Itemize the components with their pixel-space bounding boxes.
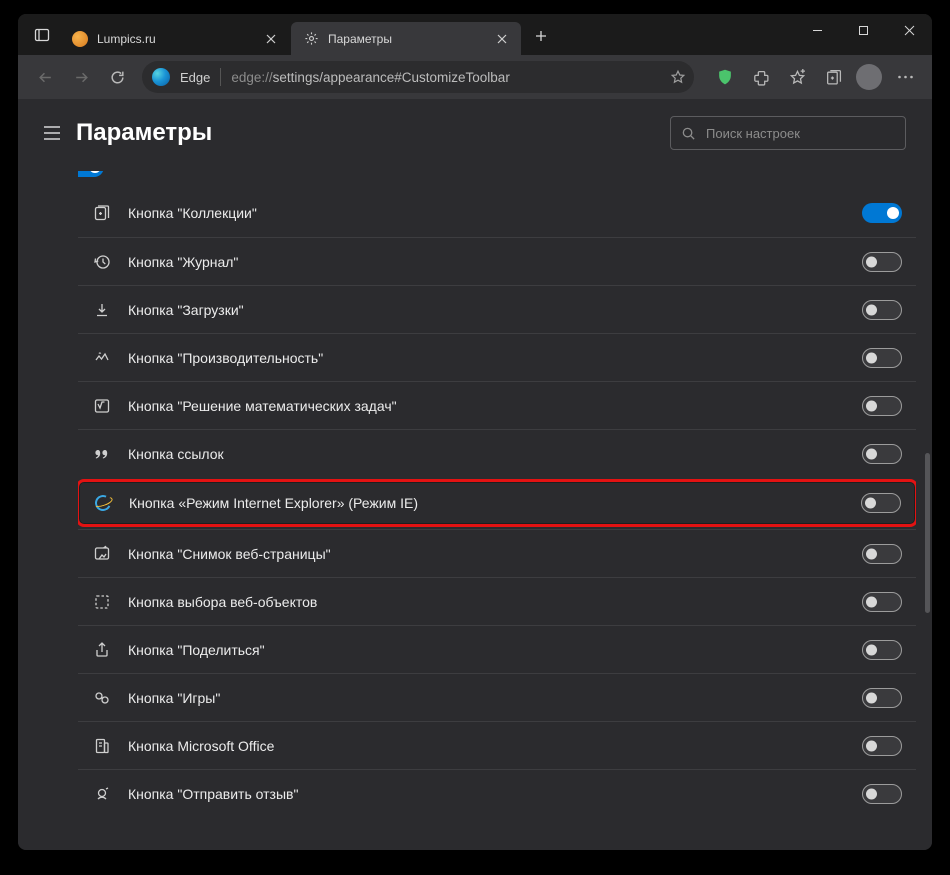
toggle[interactable] xyxy=(862,300,902,320)
math-icon xyxy=(92,396,112,416)
toolbar-right xyxy=(708,60,922,94)
toggle[interactable] xyxy=(862,688,902,708)
partial-row xyxy=(78,171,916,189)
toggle[interactable] xyxy=(862,592,902,612)
setting-label: Кнопка «Режим Internet Explorer» (Режим … xyxy=(129,495,861,511)
setting-label: Кнопка "Отправить отзыв" xyxy=(128,786,862,802)
toggle[interactable] xyxy=(78,171,104,177)
tab-title: Lumpics.ru xyxy=(97,32,253,46)
search-icon xyxy=(681,126,696,141)
office-icon xyxy=(92,736,112,756)
edge-icon xyxy=(152,68,170,86)
setting-label: Кнопка "Производительность" xyxy=(128,350,862,366)
setting-row: Кнопка "Снимок веб-страницы" xyxy=(78,529,916,577)
menu-button[interactable] xyxy=(34,115,70,151)
edge-label: Edge xyxy=(180,70,210,85)
tab-settings[interactable]: Параметры xyxy=(291,22,521,55)
setting-row: Кнопка выбора веб-объектов xyxy=(78,577,916,625)
setting-label: Кнопка "Журнал" xyxy=(128,254,862,270)
url-text: edge://settings/appearance#CustomizeTool… xyxy=(231,70,660,85)
setting-label: Кнопка Microsoft Office xyxy=(128,738,862,754)
toggle[interactable] xyxy=(862,396,902,416)
settings-list[interactable]: Кнопка "Коллекции" Кнопка "Журнал" Кнопка … xyxy=(78,171,916,850)
toggle[interactable] xyxy=(862,444,902,464)
setting-row: Кнопка Microsoft Office xyxy=(78,721,916,769)
avatar[interactable] xyxy=(856,64,882,90)
share-icon xyxy=(92,640,112,660)
setting-label: Кнопка "Решение математических задач" xyxy=(128,398,862,414)
setting-row: Кнопка «Режим Internet Explorer» (Режим … xyxy=(78,479,916,527)
setting-row: Кнопка "Отправить отзыв" xyxy=(78,769,916,817)
tab-title: Параметры xyxy=(328,32,484,46)
tab-actions xyxy=(18,14,60,55)
setting-label: Кнопка "Снимок веб-страницы" xyxy=(128,546,862,562)
settings-header: Параметры Поиск настроек xyxy=(18,99,932,161)
setting-label: Кнопка ссылок xyxy=(128,446,862,462)
tab-actions-button[interactable] xyxy=(24,17,60,53)
snapshot-icon xyxy=(92,544,112,564)
collections-icon xyxy=(92,203,112,223)
setting-row: Кнопка ссылок xyxy=(78,429,916,477)
page-title: Параметры xyxy=(76,119,212,147)
setting-row: Кнопка "Загрузки" xyxy=(78,285,916,333)
ie-icon xyxy=(93,493,113,513)
setting-label: Кнопка "Загрузки" xyxy=(128,302,862,318)
titlebar: Lumpics.ru Параметры xyxy=(18,14,932,55)
extensions-icon[interactable] xyxy=(744,60,778,94)
favicon-lumpics xyxy=(72,31,88,47)
collections-icon[interactable] xyxy=(816,60,850,94)
shield-icon[interactable] xyxy=(708,60,742,94)
toggle[interactable] xyxy=(862,736,902,756)
minimize-button[interactable] xyxy=(794,14,840,47)
close-icon[interactable] xyxy=(493,30,510,47)
setting-row: Кнопка "Решение математических задач" xyxy=(78,381,916,429)
setting-label: Кнопка "Игры" xyxy=(128,690,862,706)
setting-label: Кнопка "Коллекции" xyxy=(128,205,862,221)
tab-strip: Lumpics.ru Параметры xyxy=(60,14,556,55)
address-bar[interactable]: Edge edge://settings/appearance#Customiz… xyxy=(142,61,694,93)
favorites-icon[interactable] xyxy=(780,60,814,94)
close-window-button[interactable] xyxy=(886,14,932,47)
setting-row: Кнопка "Производительность" xyxy=(78,333,916,381)
tab-lumpics[interactable]: Lumpics.ru xyxy=(60,22,290,55)
feedback-icon xyxy=(92,784,112,804)
toggle[interactable] xyxy=(862,203,902,223)
scrollbar-thumb[interactable] xyxy=(925,453,930,613)
setting-row: Кнопка "Журнал" xyxy=(78,237,916,285)
search-placeholder: Поиск настроек xyxy=(706,126,800,141)
toolbar: Edge edge://settings/appearance#Customiz… xyxy=(18,55,932,99)
scrollbar[interactable] xyxy=(922,173,930,844)
settings-search[interactable]: Поиск настроек xyxy=(670,116,906,150)
download-icon xyxy=(92,300,112,320)
gear-icon xyxy=(303,31,319,47)
separator xyxy=(220,68,221,86)
toggle[interactable] xyxy=(861,493,901,513)
performance-icon xyxy=(92,348,112,368)
maximize-button[interactable] xyxy=(840,14,886,47)
setting-label: Кнопка "Поделиться" xyxy=(128,642,862,658)
new-tab-button[interactable] xyxy=(526,21,556,51)
close-icon[interactable] xyxy=(262,30,279,47)
window-controls xyxy=(794,14,932,55)
setting-row: Кнопка "Коллекции" xyxy=(78,189,916,237)
toggle[interactable] xyxy=(862,252,902,272)
browser-window: Lumpics.ru Параметры xyxy=(18,14,932,850)
favorite-icon[interactable] xyxy=(670,69,686,85)
toggle[interactable] xyxy=(862,640,902,660)
setting-row: Кнопка "Игры" xyxy=(78,673,916,721)
setting-label: Кнопка выбора веб-объектов xyxy=(128,594,862,610)
history-icon xyxy=(92,252,112,272)
more-button[interactable] xyxy=(888,60,922,94)
refresh-button[interactable] xyxy=(100,60,134,94)
back-button[interactable] xyxy=(28,60,62,94)
toggle[interactable] xyxy=(862,784,902,804)
citations-icon xyxy=(92,444,112,464)
settings-content: Параметры Поиск настроек Кнопка "Коллекц… xyxy=(18,99,932,850)
setting-row: Кнопка "Поделиться" xyxy=(78,625,916,673)
forward-button[interactable] xyxy=(64,60,98,94)
web-select-icon xyxy=(92,592,112,612)
toggle[interactable] xyxy=(862,544,902,564)
games-icon xyxy=(92,688,112,708)
toggle[interactable] xyxy=(862,348,902,368)
